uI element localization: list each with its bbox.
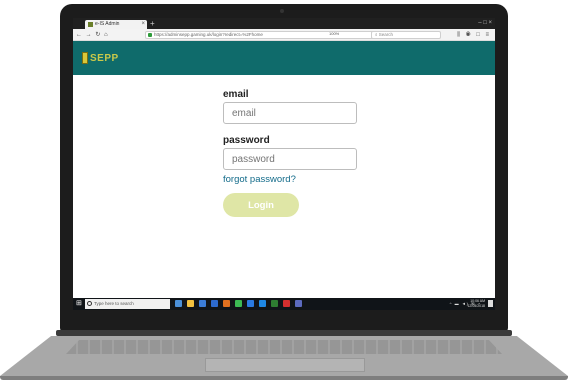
- edge-icon[interactable]: [211, 300, 218, 307]
- browser-search-placeholder: Search: [378, 32, 394, 37]
- pinned-apps: [175, 300, 302, 307]
- file-explorer-icon[interactable]: [187, 300, 194, 307]
- cortana-icon: [87, 301, 92, 306]
- laptop-screen: e-IS Admin × + – □ × ← → ↻ ⌂ https://adm…: [73, 18, 495, 310]
- window-controls[interactable]: – □ ×: [478, 18, 492, 29]
- clock-date: 12/05/2018: [467, 304, 485, 308]
- extensions-icon[interactable]: □: [476, 32, 482, 38]
- email-field[interactable]: [223, 102, 357, 124]
- app-header: SEPP: [73, 41, 495, 75]
- mail-icon[interactable]: [247, 300, 254, 307]
- chrome-icon[interactable]: [235, 300, 242, 307]
- back-icon[interactable]: ←: [76, 32, 83, 38]
- login-button[interactable]: Login: [223, 193, 299, 217]
- browser-search-input[interactable]: ⌕ Search: [371, 31, 441, 39]
- url-text: https://adminsepp.gaming.uk/login?redire…: [154, 32, 263, 37]
- forward-icon[interactable]: →: [86, 32, 93, 38]
- menu-icon[interactable]: ≡: [485, 32, 491, 38]
- keyboard: [66, 340, 502, 354]
- outlook-icon[interactable]: [259, 300, 266, 307]
- account-icon[interactable]: ◉: [466, 32, 473, 38]
- address-bar[interactable]: https://adminsepp.gaming.uk/login?redire…: [145, 31, 385, 39]
- navigation-buttons[interactable]: ← → ↻ ⌂: [76, 29, 109, 41]
- library-icon[interactable]: ⫼: [457, 32, 462, 38]
- reload-icon[interactable]: ↻: [95, 32, 101, 38]
- taskbar-search-placeholder: Type here to search: [94, 301, 134, 306]
- logo-text: SEPP: [90, 52, 119, 64]
- email-label: email: [223, 89, 249, 100]
- laptop-mockup: e-IS Admin × + – □ × ← → ↻ ⌂ https://adm…: [0, 0, 568, 381]
- password-label: password: [223, 135, 270, 146]
- logo-icon: [82, 52, 88, 64]
- lock-icon: [148, 33, 152, 37]
- trackpad: [205, 358, 365, 372]
- browser-toolbar: ← → ↻ ⌂ https://adminsepp.gaming.uk/logi…: [73, 29, 495, 41]
- favicon-icon: [88, 22, 93, 27]
- browser-tab-bar: e-IS Admin × + – □ ×: [73, 18, 495, 29]
- search-icon: ⌕: [375, 32, 378, 37]
- home-icon[interactable]: ⌂: [104, 32, 109, 38]
- start-menu-icon[interactable]: ⊞: [76, 300, 82, 308]
- app-logo[interactable]: SEPP: [82, 50, 119, 66]
- login-form: email password forgot password? Login: [223, 88, 363, 217]
- powerpoint-icon[interactable]: [283, 300, 290, 307]
- taskbar-clock[interactable]: 10:06 AM 12/05/2018: [467, 299, 485, 309]
- webcam: [280, 9, 284, 13]
- laptop-front-edge: [0, 376, 568, 380]
- firefox-icon[interactable]: [223, 300, 230, 307]
- browser-tab[interactable]: e-IS Admin ×: [85, 20, 147, 29]
- notifications-icon[interactable]: [488, 300, 493, 307]
- close-tab-icon[interactable]: ×: [141, 20, 145, 29]
- taskbar-search-input[interactable]: Type here to search: [85, 299, 170, 309]
- excel-icon[interactable]: [271, 300, 278, 307]
- laptop-hinge: [56, 330, 512, 336]
- tab-title: e-IS Admin: [95, 21, 120, 27]
- teams-icon[interactable]: [295, 300, 302, 307]
- toolbar-icons[interactable]: ⫼ ◉ □ ≡: [457, 29, 491, 41]
- task-view-icon[interactable]: [175, 300, 182, 307]
- password-field[interactable]: [223, 148, 357, 170]
- zoom-level[interactable]: 100%: [329, 31, 339, 36]
- windows-taskbar: ⊞ Type here to search ^ ▬ ◄) ✉ ◔ 10:06 A…: [73, 298, 495, 310]
- forgot-password-link[interactable]: forgot password?: [223, 173, 363, 187]
- store-icon[interactable]: [199, 300, 206, 307]
- new-tab-icon[interactable]: +: [150, 18, 155, 29]
